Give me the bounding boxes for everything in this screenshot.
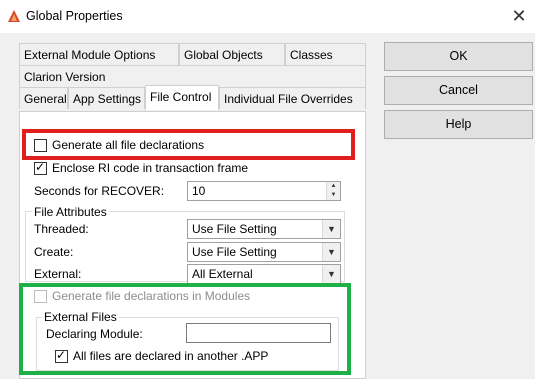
chevron-down-icon[interactable]: ▼: [322, 220, 340, 238]
tab-file-control[interactable]: File Control: [145, 85, 219, 110]
app-icon: [8, 10, 20, 22]
tab-global-objects[interactable]: Global Objects: [179, 43, 285, 65]
tab-individual-file-overrides[interactable]: Individual File Overrides: [219, 87, 366, 109]
tab-clarion-version[interactable]: Clarion Version: [19, 65, 366, 87]
spinner-arrows-icon[interactable]: ▲ ▼: [326, 182, 340, 200]
window-title: Global Properties: [26, 9, 123, 23]
seconds-recover-spinner[interactable]: 10 ▲ ▼: [187, 181, 341, 201]
highlight-box-green: [19, 283, 351, 375]
help-button[interactable]: Help: [384, 110, 533, 139]
tab-general[interactable]: General: [19, 87, 68, 109]
tab-external-module-options[interactable]: External Module Options: [19, 43, 179, 65]
create-select[interactable]: Use File Setting ▼: [187, 242, 341, 262]
highlight-box-red: [22, 129, 355, 160]
file-attributes-title: File Attributes: [32, 205, 109, 219]
cancel-button[interactable]: Cancel: [384, 76, 533, 105]
enclose-ri-label: Enclose RI code in transaction frame: [52, 161, 249, 175]
ok-button[interactable]: OK: [384, 42, 533, 71]
external-select[interactable]: All External ▼: [187, 264, 341, 284]
title-bar: Global Properties ✕: [0, 0, 535, 34]
tab-app-settings[interactable]: App Settings: [68, 87, 145, 109]
external-label: External:: [34, 267, 82, 281]
seconds-recover-label: Seconds for RECOVER:: [34, 184, 165, 198]
close-icon[interactable]: ✕: [509, 6, 529, 26]
seconds-recover-value: 10: [192, 184, 206, 198]
tab-classes[interactable]: Classes: [285, 43, 366, 65]
chevron-down-icon[interactable]: ▼: [322, 243, 340, 261]
chevron-down-icon[interactable]: ▼: [322, 265, 340, 283]
threaded-select[interactable]: Use File Setting ▼: [187, 219, 341, 239]
create-label: Create:: [34, 245, 74, 259]
threaded-label: Threaded:: [34, 222, 89, 236]
enclose-ri-checkbox[interactable]: [34, 160, 47, 175]
